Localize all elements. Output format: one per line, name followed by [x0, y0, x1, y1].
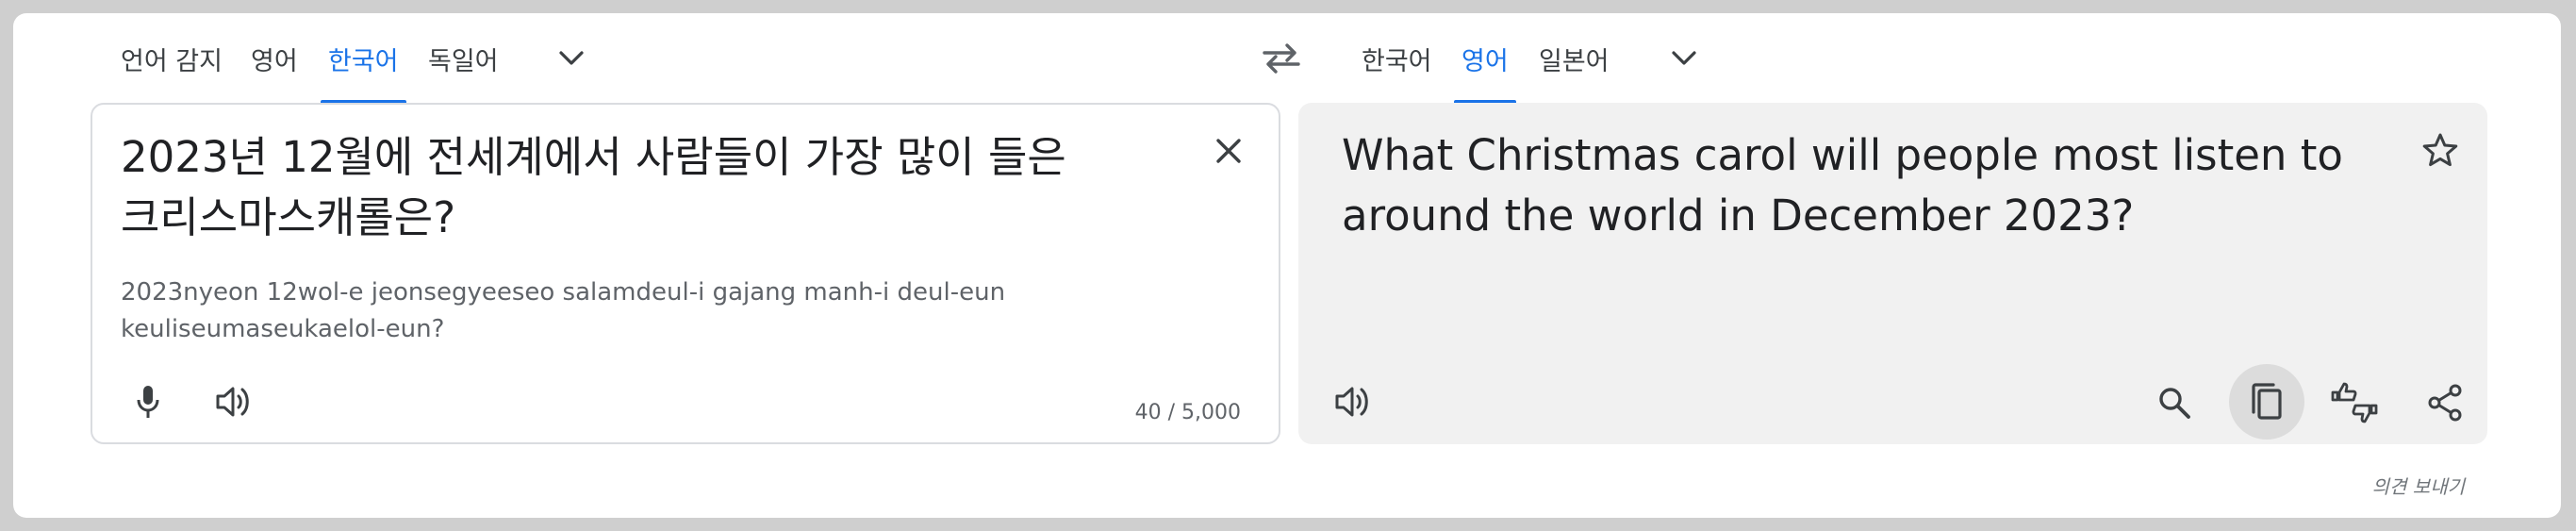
star-icon — [2422, 133, 2458, 167]
thumbs-up-down-icon — [2331, 382, 2378, 423]
source-tab-label: 독일어 — [428, 46, 499, 76]
target-tab-korean[interactable]: 한국어 — [1362, 13, 1432, 104]
search-button[interactable] — [2150, 378, 2199, 427]
target-tab-label: 일본어 — [1539, 46, 1610, 76]
swap-arrows-icon — [1263, 43, 1300, 74]
source-tab-label: 영어 — [251, 46, 298, 76]
target-more-languages-button[interactable] — [1665, 41, 1703, 75]
character-count: 40 / 5,000 — [1134, 401, 1241, 424]
target-panel: What Christmas carol will people most li… — [1298, 103, 2487, 444]
speaker-icon — [216, 387, 249, 417]
copy-icon — [2252, 383, 2282, 420]
target-listen-button[interactable] — [1327, 378, 1379, 425]
search-icon — [2159, 388, 2190, 419]
share-icon — [2428, 384, 2462, 422]
source-tab-korean[interactable]: 한국어 — [321, 13, 406, 104]
swap-languages-button[interactable] — [1258, 38, 1305, 79]
source-tab-german[interactable]: 독일어 — [428, 13, 499, 104]
source-tab-english[interactable]: 영어 — [251, 13, 298, 104]
source-tab-label: 언어 감지 — [121, 46, 223, 76]
speaker-icon — [1335, 387, 1368, 417]
microphone-icon — [137, 386, 159, 418]
rate-translation-button[interactable] — [2328, 376, 2381, 429]
target-tab-english[interactable]: 영어 — [1454, 13, 1516, 104]
close-icon — [1216, 139, 1241, 163]
copy-translation-button[interactable] — [2229, 364, 2304, 440]
target-tab-label: 영어 — [1461, 46, 1509, 76]
chevron-down-icon — [559, 51, 584, 65]
chevron-down-icon — [1672, 51, 1696, 65]
clear-source-button[interactable] — [1205, 127, 1252, 174]
source-tab-detect[interactable]: 언어 감지 — [121, 13, 223, 104]
send-feedback-link[interactable]: 의견 보내기 — [2372, 472, 2465, 499]
voice-input-button[interactable] — [124, 378, 172, 425]
translated-text: What Christmas carol will people most li… — [1342, 130, 2343, 241]
source-more-languages-button[interactable] — [553, 41, 590, 75]
source-listen-button[interactable] — [207, 378, 260, 425]
target-tab-label: 한국어 — [1362, 46, 1432, 76]
target-tab-japanese[interactable]: 일본어 — [1539, 13, 1610, 104]
source-romanization: 2023nyeon 12wol-e jeonsegyeeseo salamdeu… — [121, 278, 1006, 343]
source-tab-label: 한국어 — [328, 46, 399, 76]
share-translation-button[interactable] — [2420, 378, 2469, 427]
translate-card: 언어 감지 영어 한국어 독일어 한국어 영어 일본어 2023년 12월에 전… — [13, 13, 2561, 518]
source-panel: 2023년 12월에 전세계에서 사람들이 가장 많이 들은 크리스마스캐롤은?… — [91, 103, 1280, 444]
source-text-input[interactable]: 2023년 12월에 전세계에서 사람들이 가장 많이 들은 크리스마스캐롤은? — [121, 127, 1111, 248]
save-translation-button[interactable] — [2416, 125, 2465, 174]
